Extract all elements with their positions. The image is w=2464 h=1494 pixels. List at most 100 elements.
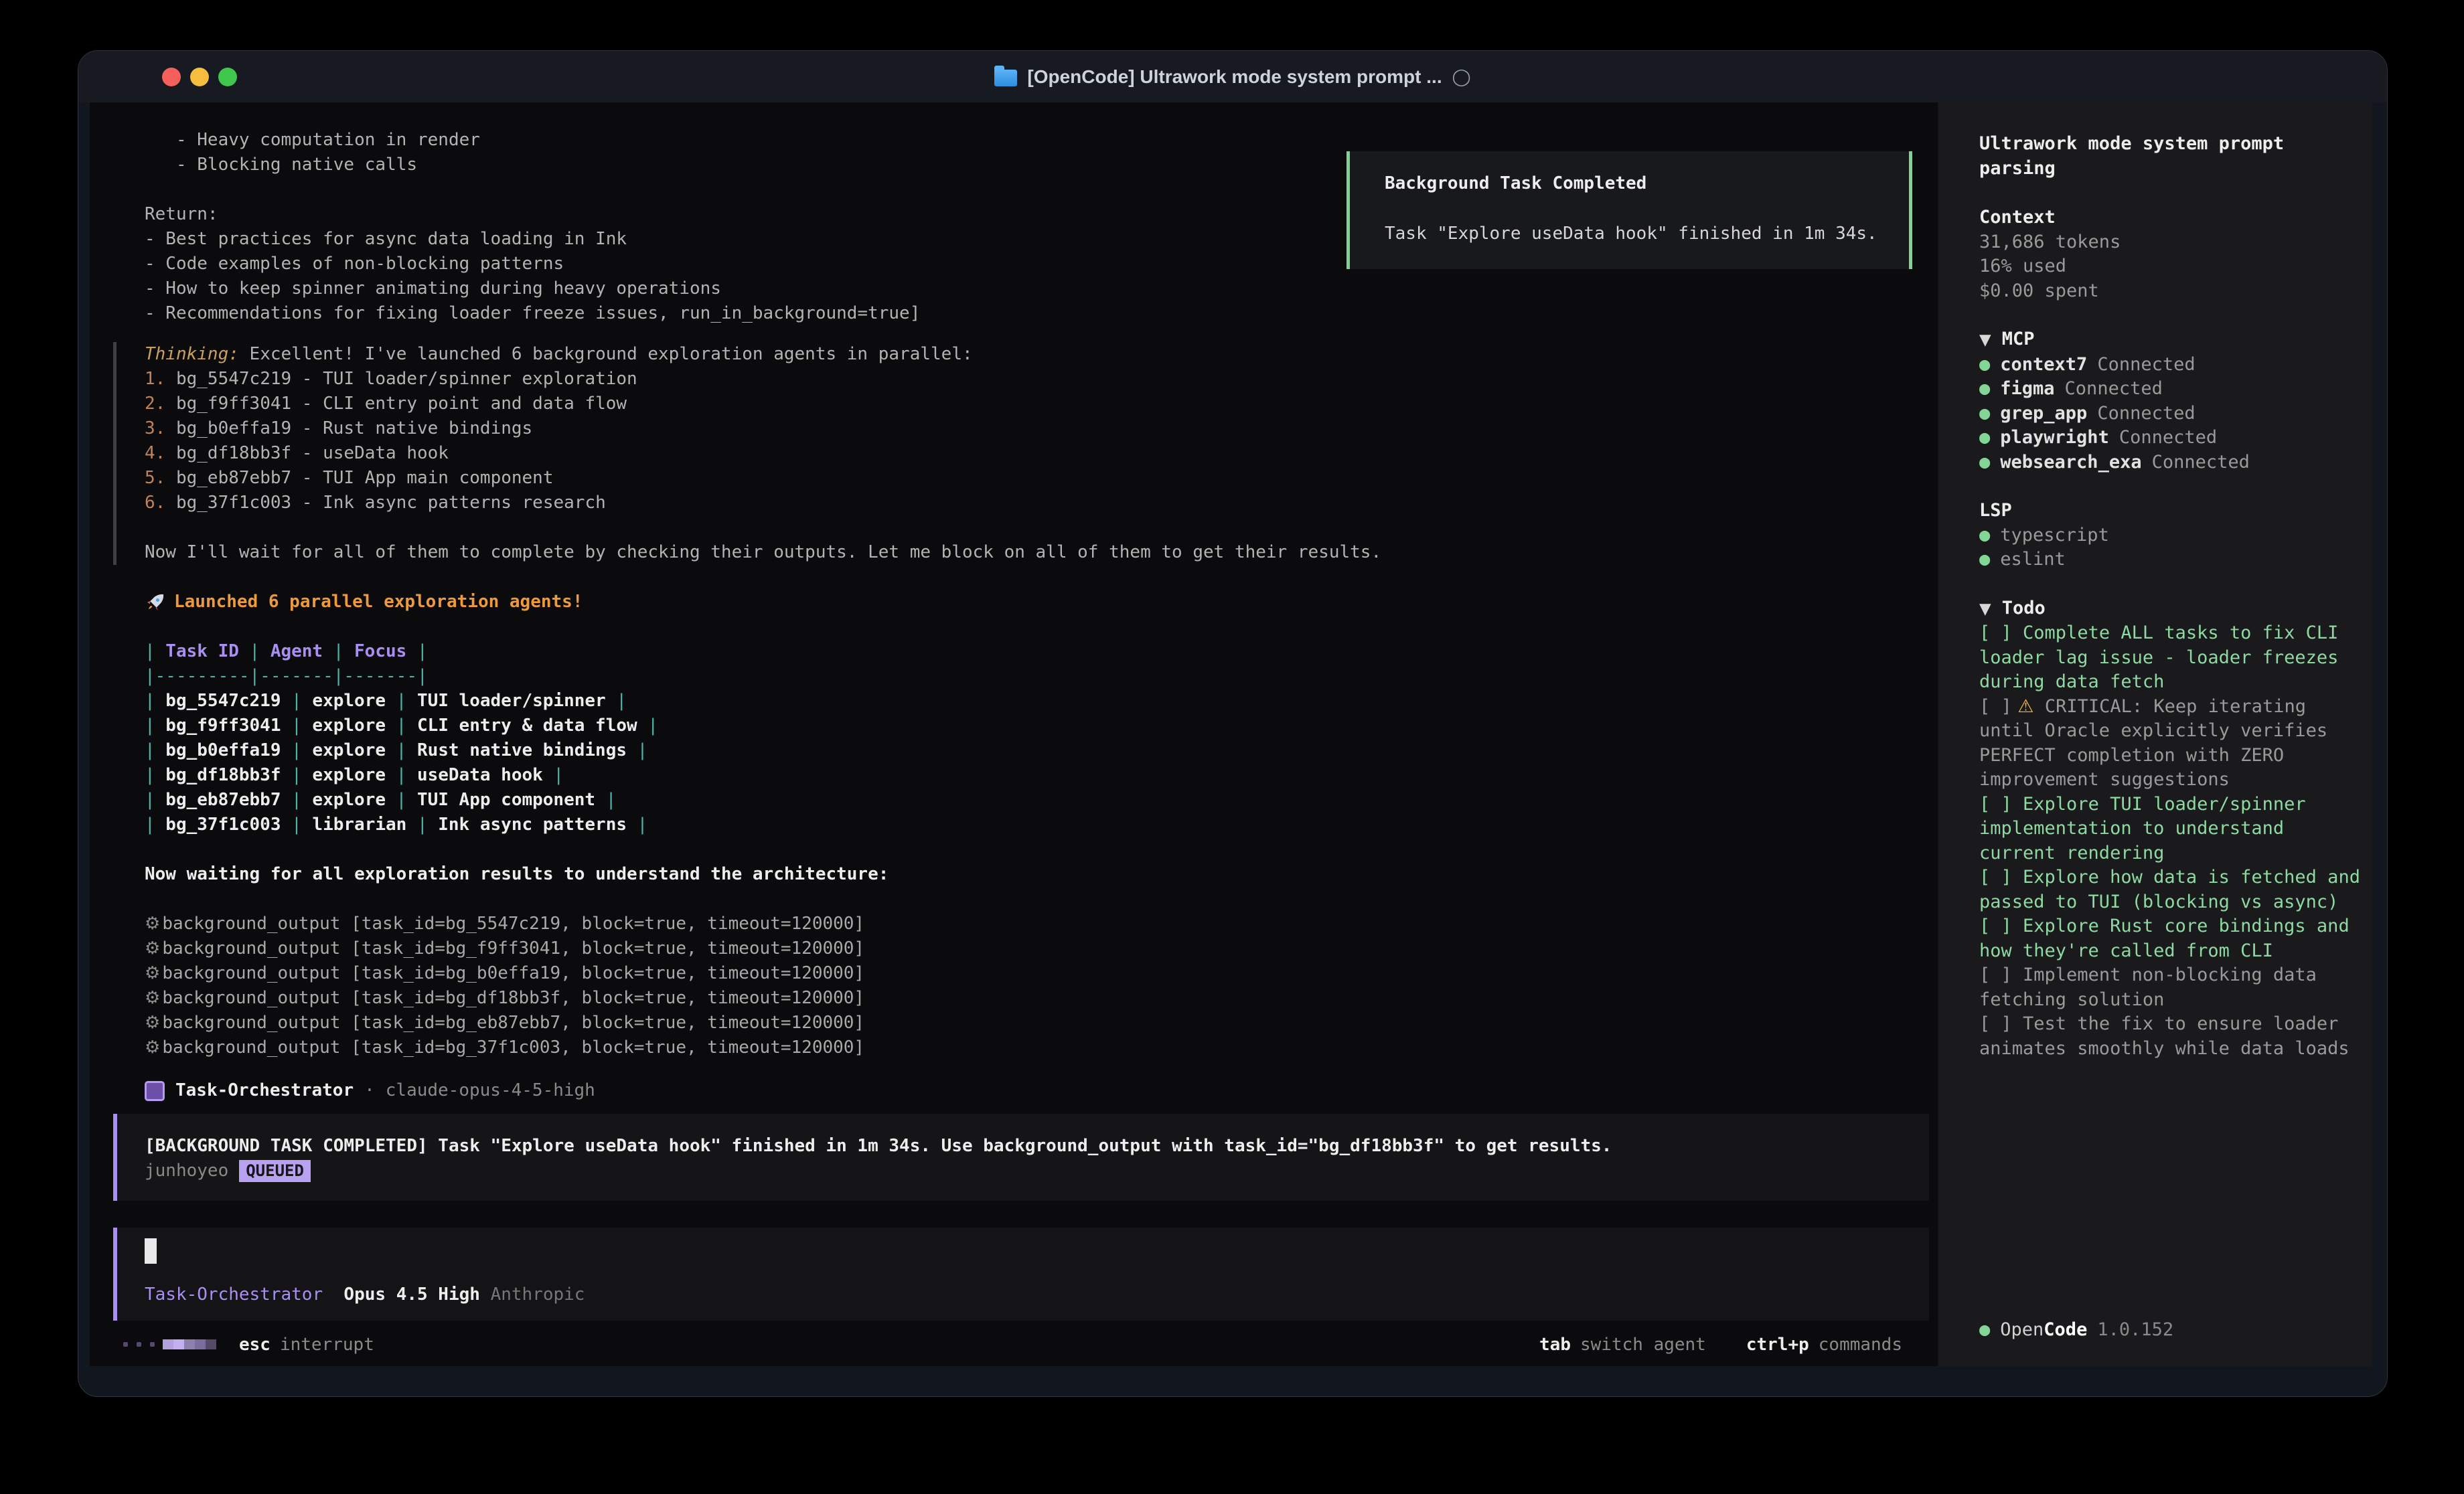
rocket-icon	[145, 592, 166, 613]
toast-title: Background Task Completed	[1385, 171, 1909, 196]
mcp-item: ●context7Connected	[1979, 353, 2371, 378]
status-dot-icon: ●	[1979, 525, 1990, 546]
spinner-dots	[123, 1342, 155, 1347]
separator-dot: ·	[364, 1078, 375, 1103]
window-title-area: [OpenCode] Ultrawork mode system prompt …	[78, 51, 2387, 102]
thinking-list-item: 5. bg_eb87ebb7 - TUI App main component	[145, 466, 1928, 491]
waiting-line: Now waiting for all exploration results …	[145, 862, 1928, 887]
loading-circle-icon: ◯	[1452, 67, 1471, 86]
table-row: |bg_b0effa19|explore|Rust native binding…	[145, 738, 1928, 763]
tool-call-line: ⚙background_output [task_id=bg_5547c219,…	[145, 912, 1928, 936]
tool-result-line: - Recommendations for fixing loader free…	[145, 301, 1928, 326]
table-header-row: |Task ID|Agent|Focus|	[145, 639, 1928, 664]
todo-item: [ ] Complete ALL tasks to fix CLI loader…	[1979, 621, 2371, 695]
status-bar: esc interrupt tab switch agent ctrl+p co…	[123, 1332, 1902, 1357]
todo-item: [ ] ⚠ CRITICAL: Keep iterating until Ora…	[1979, 695, 2371, 793]
input-provider: Anthropic	[491, 1284, 585, 1305]
status-dot-icon: ●	[1979, 452, 1990, 473]
sidebar-content: Ultrawork mode system prompt parsing Con…	[1979, 132, 2371, 1061]
prompt-input[interactable]: Task-Orchestrator Opus 4.5 High Anthropi…	[113, 1228, 1929, 1321]
mcp-item: ●playwrightConnected	[1979, 426, 2371, 450]
input-agent-name[interactable]: Task-Orchestrator	[145, 1284, 323, 1305]
tab-action-label: switch agent	[1580, 1335, 1706, 1355]
session-title: Ultrawork mode system prompt parsing	[1979, 132, 2371, 181]
tool-result-line: - How to keep spinner animating during h…	[145, 276, 1928, 301]
status-left: esc interrupt	[123, 1335, 374, 1355]
mcp-item: ●websearch_exaConnected	[1979, 450, 2371, 475]
queued-badge: QUEUED	[239, 1160, 311, 1182]
input-model[interactable]: Opus 4.5 High	[343, 1284, 480, 1305]
thinking-intro: Thinking: Excellent! I've launched 6 bac…	[145, 342, 1928, 367]
agents-table: |Task ID|Agent|Focus| |---------|-------…	[145, 639, 1928, 837]
spinner-gradient	[163, 1339, 216, 1349]
agent-icon	[145, 1081, 165, 1101]
tool-call-line: ⚙background_output [task_id=bg_df18bb3f,…	[145, 986, 1928, 1011]
lsp-item: ●eslint	[1979, 548, 2371, 572]
thinking-list-item: 2. bg_f9ff3041 - CLI entry point and dat…	[145, 392, 1928, 416]
tool-result-line: - Heavy computation in render	[145, 128, 1928, 153]
sidebar: Ultrawork mode system prompt parsing Con…	[1939, 102, 2372, 1366]
thinking-list-item: 4. bg_df18bb3f - useData hook	[145, 441, 1928, 466]
table-row: |bg_df18bb3f|explore|useData hook|	[145, 763, 1928, 788]
tool-call-line: ⚙background_output [task_id=bg_f9ff3041,…	[145, 936, 1928, 961]
completed-message-meta: junhoyeo QUEUED	[145, 1159, 1929, 1183]
thinking-list-item: 3. bg_b0effa19 - Rust native bindings	[145, 416, 1928, 441]
context-used: 16% used	[1979, 254, 2371, 279]
tool-call-line: ⚙background_output [task_id=bg_37f1c003,…	[145, 1035, 1928, 1060]
mcp-item: ●grep_appConnected	[1979, 402, 2371, 426]
zoom-button[interactable]	[218, 68, 237, 86]
announcement-line: Launched 6 parallel exploration agents!	[145, 590, 1928, 614]
mcp-heading[interactable]: ▼MCP	[1979, 327, 2371, 353]
table-row: |bg_f9ff3041|explore|CLI entry & data fl…	[145, 714, 1928, 738]
folder-icon	[994, 70, 1017, 86]
thinking-list-item: 1. bg_5547c219 - TUI loader/spinner expl…	[145, 367, 1928, 392]
chevron-down-icon: ▼	[1979, 331, 1991, 349]
message-author: junhoyeo	[145, 1159, 228, 1183]
todo-item: [ ] Explore Rust core bindings and how t…	[1979, 914, 2371, 963]
minimize-button[interactable]	[190, 68, 209, 86]
status-dot-icon: ●	[1979, 427, 1990, 448]
thinking-list-item: 6. bg_37f1c003 - Ink async patterns rese…	[145, 491, 1928, 515]
context-spent: $0.00 spent	[1979, 279, 2371, 304]
context-heading: Context	[1979, 205, 2371, 230]
gear-icon: ⚙	[145, 1013, 160, 1033]
todo-heading[interactable]: ▼Todo	[1979, 596, 2371, 622]
thinking-outro: Now I'll wait for all of them to complet…	[145, 540, 1928, 565]
esc-key-hint: esc	[239, 1335, 271, 1355]
tool-call-line: ⚙background_output [task_id=bg_b0effa19,…	[145, 961, 1928, 986]
status-dot-icon: ●	[1979, 354, 1990, 375]
tool-call-line: ⚙background_output [task_id=bg_eb87ebb7,…	[145, 1011, 1928, 1035]
thinking-block: Thinking: Excellent! I've launched 6 bac…	[113, 342, 1928, 565]
warning-icon: ⚠	[2012, 696, 2034, 717]
mcp-item: ●figmaConnected	[1979, 377, 2371, 402]
gear-icon: ⚙	[145, 1038, 160, 1058]
lsp-item: ●typescript	[1979, 523, 2371, 548]
todo-item: [ ] Implement non-blocking data fetching…	[1979, 963, 2371, 1012]
traffic-lights	[162, 68, 237, 86]
background-task-toast[interactable]: Background Task Completed Task "Explore …	[1346, 151, 1912, 269]
app-version: ●OpenCode1.0.152	[1979, 1317, 2173, 1342]
close-button[interactable]	[162, 68, 181, 86]
todo-item: [ ] Explore TUI loader/spinner implement…	[1979, 793, 2371, 866]
terminal-window: [OpenCode] Ultrawork mode system prompt …	[78, 50, 2388, 1397]
agent-model: claude-opus-4-5-high	[386, 1078, 595, 1103]
text-cursor	[145, 1238, 157, 1264]
ctrlp-key-hint: ctrl+p	[1746, 1335, 1809, 1355]
status-dot-icon: ●	[1979, 1319, 1990, 1340]
tool-call-list: ⚙background_output [task_id=bg_5547c219,…	[145, 912, 1928, 1060]
table-row: |bg_eb87ebb7|explore|TUI App component|	[145, 788, 1928, 813]
todo-item: [ ] Test the fix to ensure loader animat…	[1979, 1012, 2371, 1061]
toast-body: Task "Explore useData hook" finished in …	[1385, 222, 1909, 246]
esc-action-label: interrupt	[280, 1335, 374, 1355]
announcement-text: Launched 6 parallel exploration agents!	[174, 590, 583, 614]
gear-icon: ⚙	[145, 914, 160, 934]
status-dot-icon: ●	[1979, 549, 1990, 570]
agent-name: Task-Orchestrator	[175, 1078, 354, 1103]
status-dot-icon: ●	[1979, 403, 1990, 424]
table-divider-row: |---------|-------|-------|	[145, 664, 1928, 689]
gear-icon: ⚙	[145, 963, 160, 983]
status-dot-icon: ●	[1979, 378, 1990, 399]
titlebar: [OpenCode] Ultrawork mode system prompt …	[78, 51, 2387, 102]
status-right: tab switch agent ctrl+p commands	[1539, 1335, 1902, 1355]
table-row: |bg_5547c219|explore|TUI loader/spinner|	[145, 689, 1928, 714]
